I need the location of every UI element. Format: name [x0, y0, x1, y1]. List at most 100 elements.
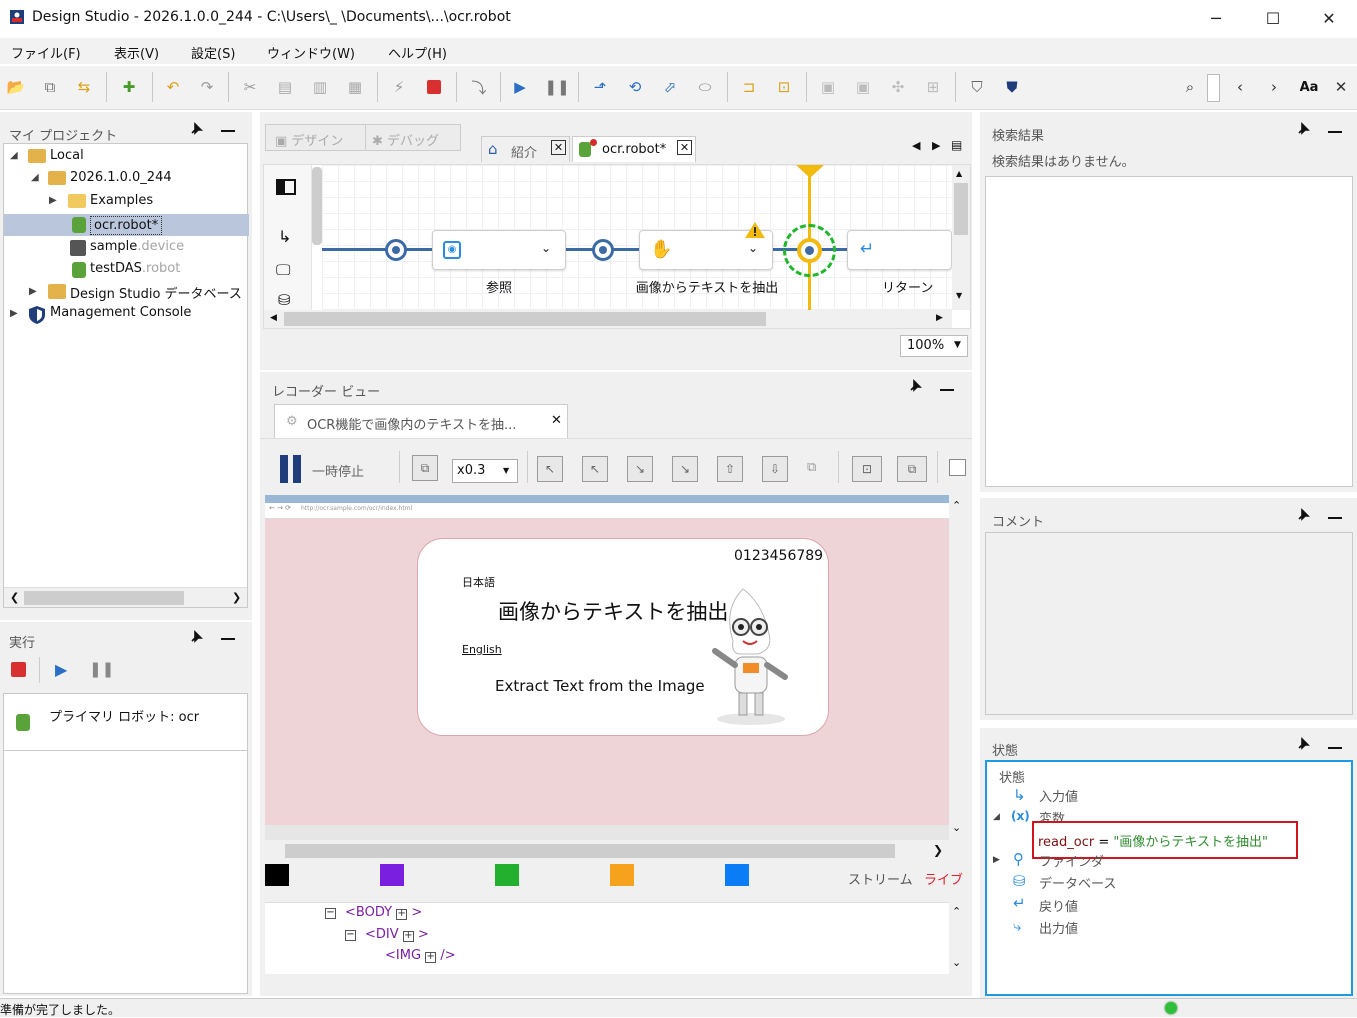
sync-icon[interactable]: ⇆: [71, 74, 97, 100]
pin-icon[interactable]: [1296, 122, 1310, 136]
panel-toggle-icon[interactable]: [276, 179, 296, 195]
loop-icon[interactable]: ⟲: [622, 74, 648, 100]
tree-local[interactable]: Local: [50, 148, 84, 163]
search-icon[interactable]: ⌕: [1177, 74, 1203, 100]
save-all-icon[interactable]: ⧉: [37, 74, 63, 100]
cut-icon[interactable]: ✂: [237, 74, 263, 100]
step-out-icon[interactable]: ⬀: [657, 74, 683, 100]
insert-before-icon[interactable]: ▣: [815, 74, 841, 100]
run-icon[interactable]: ⚡: [386, 74, 412, 100]
minimize-icon[interactable]: [1328, 131, 1342, 133]
capture-icon[interactable]: ⧉: [412, 455, 438, 481]
vertical-scrollbar[interactable]: ▲ ▼: [952, 165, 970, 310]
tree-testdas[interactable]: testDAS.robot: [90, 261, 180, 276]
tree-ds-database[interactable]: Design Studio データベース: [70, 283, 242, 302]
horizontal-scrollbar[interactable]: ❮ ❯: [4, 587, 247, 607]
shield-upload-icon[interactable]: ⛉: [964, 74, 990, 100]
menu-view[interactable]: 表示(V): [114, 43, 159, 62]
chevron-down-icon[interactable]: ⌄: [748, 241, 758, 255]
tag-icon[interactable]: ⊐: [736, 74, 762, 100]
menu-help[interactable]: ヘルプ(H): [388, 43, 447, 62]
tree-version[interactable]: 2026.1.0.0_244: [70, 170, 172, 185]
state-output[interactable]: 出力値: [1039, 918, 1078, 937]
menu-settings[interactable]: 設定(S): [191, 43, 235, 62]
step-icon[interactable]: ⤵: [466, 74, 492, 100]
window-capture-icon[interactable]: ⊡: [852, 456, 882, 482]
close-button[interactable]: ✕: [1300, 0, 1357, 36]
minimize-icon[interactable]: [1328, 517, 1342, 519]
connector-ring[interactable]: [592, 239, 614, 261]
record-icon[interactable]: ⬭: [692, 74, 718, 100]
stop-icon[interactable]: [421, 74, 447, 100]
connector-ring[interactable]: [385, 239, 407, 261]
search-input[interactable]: [1207, 74, 1220, 102]
pin-icon[interactable]: [1296, 737, 1310, 751]
insert-branch-icon[interactable]: ✣: [885, 74, 911, 100]
move-down-right-icon[interactable]: ↘: [627, 456, 653, 482]
redo-icon[interactable]: ↷: [194, 74, 220, 100]
tab-prev-icon[interactable]: ◀: [912, 139, 920, 152]
minimize-icon[interactable]: [1328, 747, 1342, 749]
tab-ocr-robot[interactable]: ocr.robot* ✕: [572, 136, 696, 162]
minimize-icon[interactable]: [221, 638, 235, 640]
tab-intro[interactable]: ⌂ 紹介 ✕: [481, 136, 570, 162]
monitor-icon[interactable]: 🖵: [276, 261, 290, 279]
copy-icon[interactable]: ⧉: [807, 460, 816, 475]
vertical-scrollbar[interactable]: ⌃ ⌄: [949, 902, 967, 974]
debug-tab[interactable]: ✱ デバッグ: [372, 130, 439, 149]
primary-robot-label[interactable]: プライマリ ロボット: ocr: [49, 706, 199, 725]
close-tab-icon[interactable]: ✕: [677, 140, 692, 155]
pin-icon[interactable]: [189, 122, 203, 136]
target-icon[interactable]: ⊡: [771, 74, 797, 100]
undo-icon[interactable]: ↶: [160, 74, 186, 100]
pause-label[interactable]: 一時停止: [312, 461, 364, 480]
pin-icon[interactable]: [189, 630, 203, 644]
vertical-scrollbar[interactable]: ⌃ ⌄: [949, 495, 967, 840]
color-swatch-black[interactable]: [265, 864, 289, 886]
group-icon[interactable]: ⊞: [920, 74, 946, 100]
close-tab-icon[interactable]: ✕: [551, 140, 566, 155]
breakpoint-marker-icon[interactable]: [796, 165, 824, 179]
pin-icon[interactable]: [908, 379, 922, 393]
minimize-icon[interactable]: [221, 130, 235, 132]
play-run-icon[interactable]: ▶: [55, 660, 67, 679]
variable-read-ocr[interactable]: read_ocr = "画像からテキストを抽出": [1038, 831, 1268, 850]
dom-node-body[interactable]: <BODY + >: [345, 905, 422, 920]
insert-after-icon[interactable]: ▣: [850, 74, 876, 100]
dom-node-div[interactable]: <DIV + >: [365, 927, 429, 942]
input-icon[interactable]: ↳: [278, 227, 291, 246]
cursor-ring[interactable]: [797, 238, 822, 263]
menu-window[interactable]: ウィンドウ(W): [267, 43, 355, 62]
step-node-return[interactable]: ↵: [847, 230, 952, 270]
move-top-left-icon[interactable]: ↖: [537, 456, 563, 482]
horizontal-scrollbar[interactable]: ❯: [265, 842, 949, 860]
state-return[interactable]: 戻り値: [1039, 896, 1078, 915]
pause-icon[interactable]: ❚❚: [544, 74, 570, 100]
step-into-icon[interactable]: ⬏: [587, 74, 613, 100]
tree-management-console[interactable]: Management Console: [50, 305, 191, 320]
dom-node-img[interactable]: <IMG + />: [385, 948, 456, 963]
tab-next-icon[interactable]: ▶: [932, 139, 940, 152]
recorder-tab[interactable]: ⚙ OCR機能で画像内のテキストを抽... ✕: [274, 404, 568, 438]
minimize-icon[interactable]: [940, 389, 954, 391]
state-finder[interactable]: ファインダ: [1039, 851, 1104, 870]
play-icon[interactable]: ▶: [507, 74, 533, 100]
move-up-icon[interactable]: ⇧: [717, 456, 743, 482]
tree-sample[interactable]: sample.device: [90, 239, 184, 254]
design-tab[interactable]: ▣ デザイン: [275, 130, 343, 149]
state-input[interactable]: 入力値: [1039, 786, 1078, 805]
tree-examples[interactable]: Examples: [90, 193, 153, 208]
window-restore-icon[interactable]: ⧉: [897, 456, 927, 482]
move-down-icon[interactable]: ⇩: [762, 456, 788, 482]
open-icon[interactable]: 📂: [3, 74, 29, 100]
delete-icon[interactable]: ▦: [342, 74, 368, 100]
live-label[interactable]: ライブ: [924, 869, 963, 888]
step-node-browse[interactable]: ◉ ⌄: [432, 230, 566, 270]
prev-result-icon[interactable]: ‹: [1227, 74, 1253, 100]
paste-icon[interactable]: ▥: [307, 74, 333, 100]
horizontal-scrollbar[interactable]: ◀ ▶: [264, 310, 952, 328]
pin-icon[interactable]: [1296, 508, 1310, 522]
tree-ocr-robot[interactable]: ocr.robot*: [90, 216, 163, 235]
move-up-left-icon[interactable]: ↖: [582, 456, 608, 482]
copy-icon[interactable]: ▤: [272, 74, 298, 100]
